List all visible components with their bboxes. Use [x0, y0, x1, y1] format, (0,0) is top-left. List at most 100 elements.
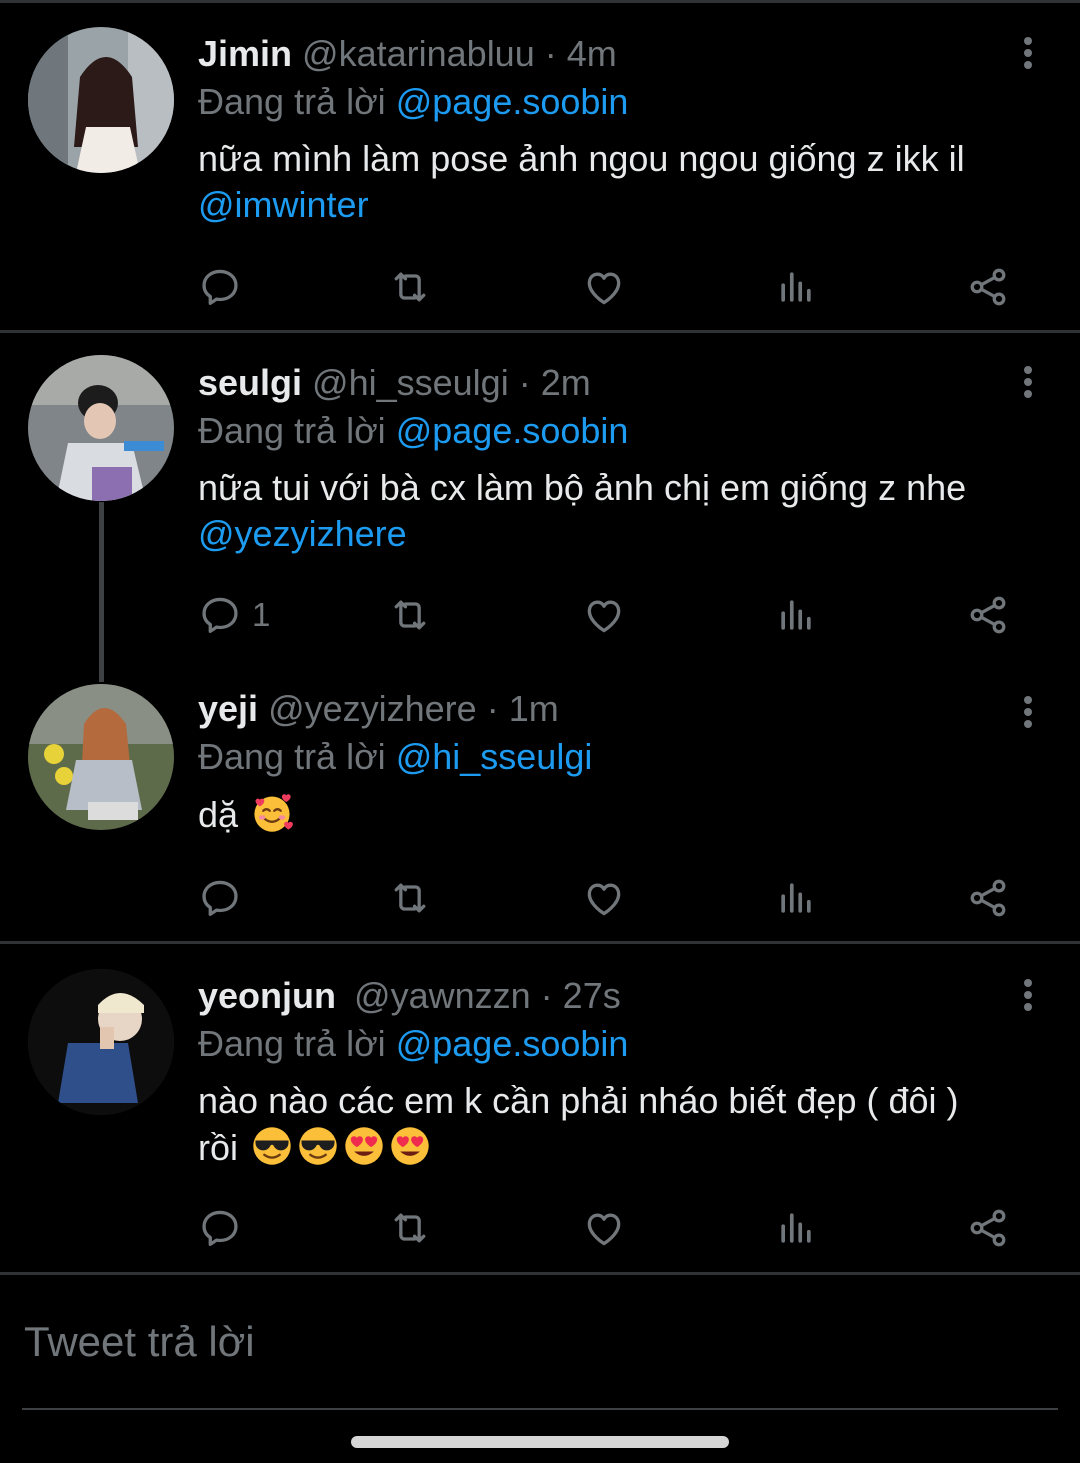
tweet-actions: 1: [198, 590, 1028, 640]
tweet-header: seulgi @hi_sseulgi · 2m: [198, 361, 1020, 405]
like-button[interactable]: [582, 262, 626, 312]
replying-to-mention[interactable]: @page.soobin: [396, 410, 629, 451]
replying-to-label: Đang trả lời: [198, 410, 386, 451]
user-handle[interactable]: @katarinabluu: [302, 33, 535, 74]
like-button[interactable]: [582, 873, 626, 923]
reply-icon: [198, 876, 242, 920]
like-button[interactable]: [582, 1203, 626, 1253]
smiling-face-with-hearts-emoji: [250, 791, 294, 835]
analytics-icon: [774, 265, 818, 309]
separator-dot: ·: [540, 975, 553, 1016]
avatar[interactable]: [28, 969, 174, 1115]
tweet-text-body: nào nào các em k cần phải nháo biết đẹp …: [198, 1080, 959, 1121]
home-indicator[interactable]: [351, 1436, 729, 1448]
timestamp[interactable]: 4m: [567, 33, 617, 74]
replying-to-mention[interactable]: @page.soobin: [396, 1023, 629, 1064]
replying-to: Đang trả lời @page.soobin: [198, 407, 1020, 455]
avatar[interactable]: [28, 684, 174, 830]
tweet-divider: [0, 1272, 1080, 1275]
tweet-2[interactable]: seulgi @hi_sseulgi · 2m Đang trả lời @pa…: [0, 333, 1080, 663]
heart-icon: [582, 265, 626, 309]
replying-to-label: Đang trả lời: [198, 1023, 386, 1064]
share-button[interactable]: [966, 262, 1010, 312]
reply-icon: [198, 593, 242, 637]
more-options-icon[interactable]: [1018, 693, 1038, 733]
replying-to-mention[interactable]: @page.soobin: [396, 81, 629, 122]
user-handle[interactable]: @yawnzzn: [354, 975, 531, 1016]
analytics-icon: [774, 593, 818, 637]
more-options-icon[interactable]: [1018, 34, 1038, 74]
analytics-button[interactable]: [774, 873, 818, 923]
share-button[interactable]: [966, 1203, 1010, 1253]
tweet-text-line2: rồi: [198, 1127, 239, 1168]
tweet-mention[interactable]: @imwinter: [198, 184, 369, 225]
more-options-icon[interactable]: [1018, 363, 1038, 403]
avatar[interactable]: [28, 27, 174, 173]
tweet-header: yeonjun @yawnzzn · 27s: [198, 974, 1020, 1018]
tweet-text: nữa mình làm pose ảnh ngou ngou giống z …: [198, 136, 1020, 228]
heart-icon: [582, 593, 626, 637]
tweet-text-body: dặ: [198, 794, 239, 835]
retweet-button[interactable]: [388, 262, 432, 312]
retweet-button[interactable]: [388, 1203, 432, 1253]
analytics-button[interactable]: [774, 590, 818, 640]
tweet-mention[interactable]: @yezyizhere: [198, 513, 407, 554]
tweet-actions: [198, 262, 1028, 312]
reply-button[interactable]: [198, 873, 242, 923]
sunglasses-face-emoji: [250, 1124, 294, 1168]
share-icon: [966, 1206, 1010, 1250]
replying-to: Đang trả lời @page.soobin: [198, 78, 1020, 126]
tweet-1[interactable]: Jimin @katarinabluu · 4m Đang trả lời @p…: [0, 0, 1080, 330]
replying-to: Đang trả lời @page.soobin: [198, 1020, 1020, 1068]
sunglasses-face-emoji: [296, 1124, 340, 1168]
display-name[interactable]: yeonjun: [198, 975, 336, 1016]
heart-eyes-face-emoji: [342, 1124, 386, 1168]
timestamp[interactable]: 1m: [509, 688, 559, 729]
avatar[interactable]: [28, 355, 174, 501]
heart-eyes-face-emoji: [388, 1124, 432, 1168]
replying-to-mention[interactable]: @hi_sseulgi: [396, 736, 593, 777]
user-handle[interactable]: @hi_sseulgi: [312, 362, 509, 403]
tweet-actions: [198, 1203, 1028, 1253]
analytics-button[interactable]: [774, 1203, 818, 1253]
timestamp[interactable]: 2m: [541, 362, 591, 403]
tweet-header: Jimin @katarinabluu · 4m: [198, 32, 1020, 76]
tweet-4[interactable]: yeonjun @yawnzzn · 27s Đang trả lời @pag…: [0, 944, 1080, 1272]
display-name[interactable]: yeji: [198, 688, 258, 729]
tweet-3[interactable]: yeji @yezyizhere · 1m Đang trả lời @hi_s…: [0, 663, 1080, 941]
reply-button[interactable]: [198, 262, 242, 312]
share-button[interactable]: [966, 590, 1010, 640]
retweet-button[interactable]: [388, 590, 432, 640]
reply-input[interactable]: Tweet trả lời: [24, 1318, 255, 1366]
tweet-text: dặ: [198, 791, 1020, 838]
share-icon: [966, 593, 1010, 637]
separator-dot: ·: [518, 362, 531, 403]
replying-to: Đang trả lời @hi_sseulgi: [198, 733, 1020, 781]
like-button[interactable]: [582, 590, 626, 640]
replying-to-label: Đang trả lời: [198, 736, 386, 777]
share-button[interactable]: [966, 873, 1010, 923]
tweet-text: nữa tui với bà cx làm bộ ảnh chị em giốn…: [198, 465, 1020, 557]
tweet-text-body: nữa tui với bà cx làm bộ ảnh chị em giốn…: [198, 467, 967, 508]
display-name[interactable]: Jimin: [198, 33, 292, 74]
tweet-text-body: nữa mình làm pose ảnh ngou ngou giống z …: [198, 138, 965, 179]
reply-button[interactable]: [198, 1203, 242, 1253]
heart-icon: [582, 876, 626, 920]
retweet-icon: [388, 876, 432, 920]
separator-dot: ·: [544, 33, 557, 74]
separator-dot: ·: [486, 688, 499, 729]
reply-button[interactable]: 1: [198, 590, 270, 640]
timestamp[interactable]: 27s: [563, 975, 621, 1016]
reply-icon: [198, 265, 242, 309]
tweet-header: yeji @yezyizhere · 1m: [198, 687, 1020, 731]
more-options-icon[interactable]: [1018, 976, 1038, 1016]
user-handle[interactable]: @yezyizhere: [268, 688, 477, 729]
reply-icon: [198, 1206, 242, 1250]
retweet-button[interactable]: [388, 873, 432, 923]
tweet-actions: [198, 873, 1028, 923]
analytics-button[interactable]: [774, 262, 818, 312]
reply-input-underline: [22, 1408, 1058, 1410]
display-name[interactable]: seulgi: [198, 362, 302, 403]
tweet-text: nào nào các em k cần phải nháo biết đẹp …: [198, 1078, 1020, 1171]
analytics-icon: [774, 876, 818, 920]
